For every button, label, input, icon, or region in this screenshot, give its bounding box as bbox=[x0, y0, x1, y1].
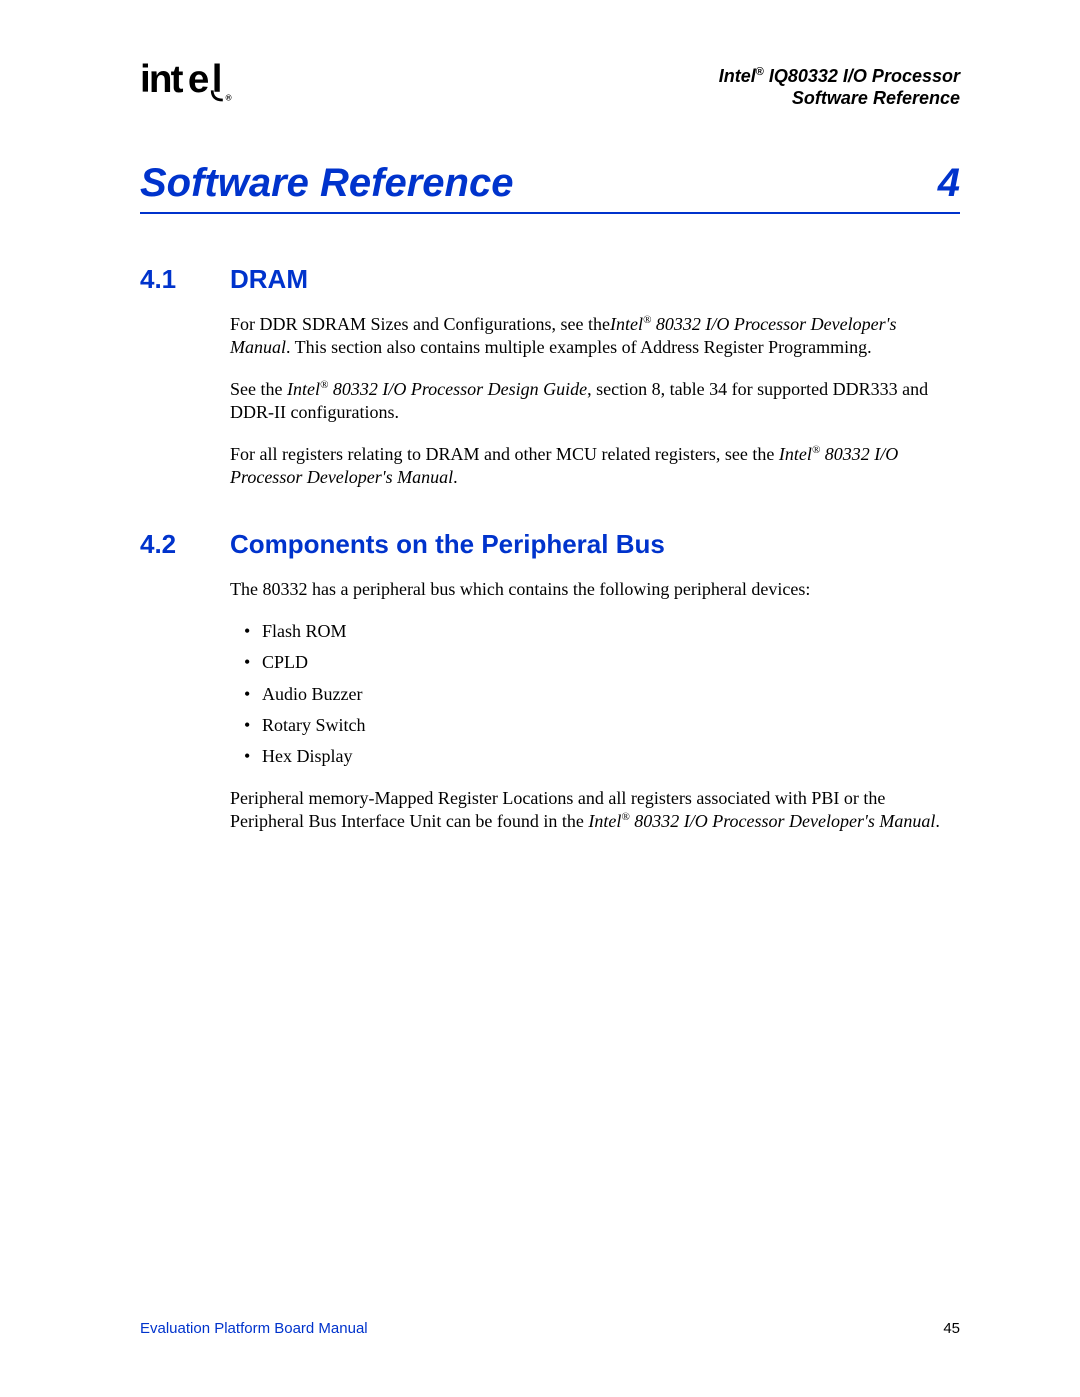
paragraph: See the Intel® 80332 I/O Processor Desig… bbox=[230, 378, 960, 425]
svg-text:®: ® bbox=[226, 93, 232, 102]
intel-logo-icon: int e l ® bbox=[140, 60, 250, 106]
section-heading-peripheral-bus: 4.2 Components on the Peripheral Bus bbox=[140, 529, 960, 560]
header-product-block: Intel® IQ80332 I/O Processor Software Re… bbox=[719, 66, 960, 109]
intel-logo: int e l ® bbox=[140, 60, 250, 116]
chapter-number: 4 bbox=[938, 161, 960, 206]
bullet-list: Flash ROM CPLD Audio Buzzer Rotary Switc… bbox=[244, 620, 960, 769]
list-item: Rotary Switch bbox=[244, 714, 960, 737]
paragraph: The 80332 has a peripheral bus which con… bbox=[230, 578, 960, 601]
header-product-prefix: Intel bbox=[719, 66, 756, 86]
chapter-title: Software Reference bbox=[140, 161, 513, 206]
list-item: Audio Buzzer bbox=[244, 683, 960, 706]
chapter-heading: Software Reference 4 bbox=[140, 161, 960, 214]
footer-page-number: 45 bbox=[943, 1320, 960, 1337]
header-reg-mark: ® bbox=[756, 66, 764, 78]
section-number: 4.2 bbox=[140, 529, 230, 560]
header-product-line: Intel® IQ80332 I/O Processor bbox=[719, 66, 960, 88]
section-body-peripheral-bus: The 80332 has a peripheral bus which con… bbox=[230, 578, 960, 833]
page: int e l ® Intel® IQ80332 I/O Processor S… bbox=[0, 0, 1080, 1397]
section-body-dram: For DDR SDRAM Sizes and Configurations, … bbox=[230, 313, 960, 489]
section-title: Components on the Peripheral Bus bbox=[230, 529, 665, 560]
page-header: int e l ® Intel® IQ80332 I/O Processor S… bbox=[140, 60, 960, 116]
svg-text:int: int bbox=[140, 60, 184, 101]
page-footer: Evaluation Platform Board Manual 45 bbox=[140, 1320, 960, 1337]
section-title: DRAM bbox=[230, 264, 308, 295]
section-heading-dram: 4.1 DRAM bbox=[140, 264, 960, 295]
list-item: CPLD bbox=[244, 651, 960, 674]
paragraph: Peripheral memory-Mapped Register Locati… bbox=[230, 787, 960, 834]
footer-doc-title: Evaluation Platform Board Manual bbox=[140, 1320, 368, 1337]
logo-text: int e l ® bbox=[140, 71, 250, 115]
header-subtitle: Software Reference bbox=[719, 88, 960, 110]
list-item: Flash ROM bbox=[244, 620, 960, 643]
svg-text:e: e bbox=[188, 60, 209, 101]
list-item: Hex Display bbox=[244, 745, 960, 768]
paragraph: For all registers relating to DRAM and o… bbox=[230, 443, 960, 490]
section-number: 4.1 bbox=[140, 264, 230, 295]
header-product-suffix: IQ80332 I/O Processor bbox=[764, 66, 960, 86]
paragraph: For DDR SDRAM Sizes and Configurations, … bbox=[230, 313, 960, 360]
